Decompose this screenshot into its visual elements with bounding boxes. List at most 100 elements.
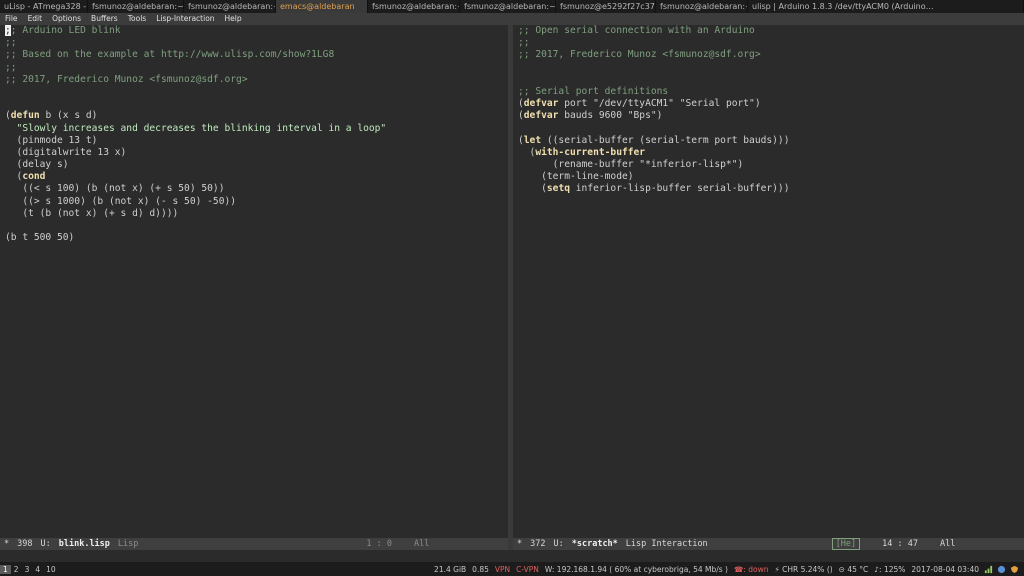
keyword-token: let: [523, 134, 542, 146]
keyword-token: with-current-buffer: [535, 146, 646, 158]
workspace-3[interactable]: 3: [22, 565, 33, 574]
code-line: (delay s): [5, 159, 69, 171]
buffer-blink-lisp[interactable]: ;; Arduino LED blink ;; ;; Based on the …: [0, 25, 508, 244]
code-text: ; Arduino LED blink: [10, 25, 121, 36]
wifi-status: W: 192.168.1.94 ( 60% at cyberobriga, 54…: [544, 564, 728, 574]
code-line: (cond: [5, 171, 46, 183]
menu-help[interactable]: Help: [220, 13, 247, 25]
modeline-size: 398: [17, 539, 33, 549]
keyword-token: setq: [546, 183, 570, 195]
code-line: (t (b (not x) (+ s d) d)))): [5, 207, 179, 219]
modeline-status: *: [4, 539, 10, 549]
menu-file[interactable]: File: [0, 13, 23, 25]
vpn-status: VPN: [494, 564, 511, 574]
modeline-size: 372: [530, 539, 546, 549]
modeline-scroll: All: [414, 539, 430, 549]
taskbar-tab[interactable]: fsmunoz@aldebaran:~/…: [460, 0, 556, 13]
code-line: ;;: [5, 61, 17, 73]
code-line: ;;: [5, 37, 17, 49]
code-line: (term-line-mode): [518, 171, 634, 183]
load-status: 0.85: [472, 564, 489, 574]
taskbar-tab-active[interactable]: emacs@aldebaran: [276, 0, 368, 13]
keyword-token: defvar: [523, 98, 559, 110]
code-line: (b t 500 50): [5, 232, 75, 244]
taskbar-tab[interactable]: uLisp - ATmega328 - fsmunoz@aldebaran:~/…: [0, 0, 88, 13]
code-line: ;; Based on the example at http://www.ul…: [5, 49, 335, 61]
code-line: (setq inferior-lisp-buffer serial-buffer…: [518, 183, 790, 195]
temperature-status: ⊝ 45 °C: [838, 564, 869, 574]
network-tray-icon[interactable]: [984, 565, 993, 574]
menu-tools[interactable]: Tools: [123, 13, 151, 25]
keyword-token: defun: [10, 110, 40, 122]
keyword-token: defvar: [523, 110, 559, 122]
code-line: ;; Arduino LED blink: [5, 25, 508, 37]
status-indicators: 21.4 GiB 0.85 VPN C-VPN W: 192.168.1.94 …: [431, 565, 1024, 574]
modeline-badge: [He]: [831, 538, 861, 550]
modeline-position: 14 : 47: [882, 539, 918, 549]
minibuffer[interactable]: [0, 550, 1024, 562]
code-line: ;; 2017, Frederico Munoz <fsmunoz@sdf.or…: [5, 73, 248, 85]
phone-status: ☎: down: [733, 564, 769, 574]
modeline-major-mode[interactable]: Lisp Interaction: [622, 539, 712, 549]
modeline-position: 1 : 0: [366, 539, 392, 549]
modeline-scroll: All: [940, 539, 956, 549]
code-line: ((> s 1000) (b (not x) (- s 50) -50)): [5, 195, 237, 207]
code-line: ;; Open serial connection with an Arduin…: [518, 25, 755, 36]
code-line: ((< s 100) (b (not x) (+ s 50) 50)): [5, 183, 225, 195]
workspace-4[interactable]: 4: [32, 565, 43, 574]
menu-edit[interactable]: Edit: [23, 13, 48, 25]
taskbar-tab[interactable]: fsmunoz@aldebaran:~/…: [88, 0, 184, 13]
menu-lisp-interaction[interactable]: Lisp-Interaction: [151, 13, 219, 25]
modeline-buffer-name[interactable]: blink.lisp: [55, 539, 114, 549]
modeline-major-mode[interactable]: Lisp: [114, 539, 142, 549]
shield-tray-icon[interactable]: [1010, 565, 1019, 574]
code-line: ;; 2017, Frederico Munoz <fsmunoz@sdf.or…: [518, 49, 761, 61]
disk-status: 21.4 GiB: [434, 564, 467, 574]
modeline-right: * 372 U: *scratch* Lisp Interaction [He]…: [513, 538, 1024, 550]
code-line: (rename-buffer "*inferior-lisp*"): [518, 159, 744, 171]
keyword-token: cond: [22, 171, 46, 183]
menu-options[interactable]: Options: [47, 13, 86, 25]
code-line: (let ((serial-buffer (serial-term port b…: [518, 134, 790, 146]
taskbar: uLisp - ATmega328 - fsmunoz@aldebaran:~/…: [0, 0, 1024, 13]
workspace-2[interactable]: 2: [11, 565, 22, 574]
workspace-10[interactable]: 10: [43, 565, 59, 574]
menubar: File Edit Options Buffers Tools Lisp-Int…: [0, 13, 1024, 25]
statusbar: 1 2 3 4 10 21.4 GiB 0.85 VPN C-VPN W: 19…: [0, 562, 1024, 576]
taskbar-tab[interactable]: fsmunoz@aldebaran:~: [368, 0, 460, 13]
modeline-buffer-name[interactable]: *scratch*: [568, 539, 622, 549]
taskbar-tab[interactable]: ulisp | Arduino 1.8.3 /dev/ttyACM0 (Ardu…: [748, 0, 1024, 13]
code-line: (defvar port "/dev/ttyACM1" "Serial port…: [518, 98, 761, 110]
modeline-status: *: [517, 539, 523, 549]
code-line: ;;: [518, 37, 530, 49]
code-line: "Slowly increases and decreases the blin…: [5, 122, 387, 134]
cvpn-status: C-VPN: [516, 564, 539, 574]
code-line: ;; Serial port definitions: [518, 85, 669, 97]
editor-pane-left[interactable]: ;; Arduino LED blink ;; ;; Based on the …: [0, 25, 508, 538]
buffer-scratch[interactable]: ;; Open serial connection with an Arduin…: [513, 25, 1024, 196]
code-line: (defvar bauds 9600 "Bps"): [518, 110, 663, 122]
app-tray-icon[interactable]: [997, 565, 1006, 574]
code-line: (pinmode 13 t): [5, 134, 98, 146]
modeline-encoding: U:: [40, 539, 51, 549]
editor-pane-right[interactable]: ;; Open serial connection with an Arduin…: [513, 25, 1024, 538]
code-line: (digitalwrite 13 x): [5, 146, 127, 158]
modeline-encoding: U:: [553, 539, 564, 549]
workspace-1[interactable]: 1: [0, 564, 11, 574]
volume-status: ♪: 125%: [874, 564, 906, 574]
code-line: (defun b (x s d): [5, 110, 98, 122]
datetime-status: 2017-08-04 03:40: [911, 564, 979, 574]
taskbar-tab[interactable]: fsmunoz@aldebaran:~/…: [656, 0, 748, 13]
modeline-left: * 398 U: blink.lisp Lisp 1 : 0 All: [0, 538, 508, 550]
battery-status: ⚡ CHR 5.24% (): [774, 564, 833, 574]
taskbar-tab[interactable]: fsmunoz@aldebaran:~: [184, 0, 276, 13]
menu-buffers[interactable]: Buffers: [86, 13, 123, 25]
code-line: (with-current-buffer: [518, 146, 646, 158]
taskbar-tab[interactable]: fsmunoz@e5292f27c372…: [556, 0, 656, 13]
